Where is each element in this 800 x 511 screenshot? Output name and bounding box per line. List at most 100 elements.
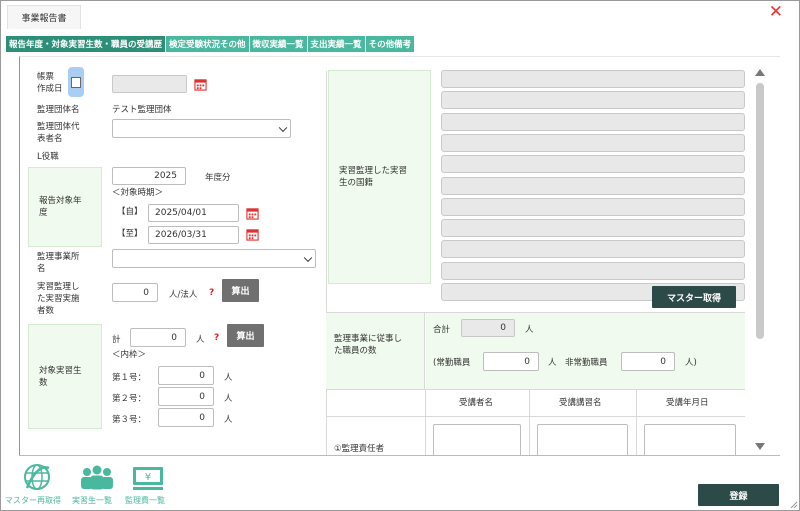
created-date-checkbox[interactable] — [71, 77, 81, 88]
trainees-list-label[interactable]: 実習生一覧 — [72, 495, 112, 506]
row1-name-input[interactable] — [433, 424, 521, 455]
staff-total-label: 合計 — [433, 325, 451, 335]
fees-list-label[interactable]: 監理費一覧 — [125, 495, 165, 506]
impl-count-input[interactable]: 0 — [112, 283, 158, 302]
office-select[interactable] — [112, 249, 316, 268]
calendar-icon[interactable] — [194, 78, 207, 91]
staff-label-2: た職員の数 — [334, 346, 377, 356]
no3-count-input[interactable]: 0 — [158, 408, 214, 427]
no3-label: 第３号： — [112, 415, 147, 425]
nationality-row-input[interactable] — [441, 112, 745, 131]
tab-expense-records[interactable]: 支出実績一覧 — [307, 36, 365, 52]
created-date-checkbox-frame[interactable] — [68, 67, 84, 97]
impl-label-1: 実習監理し — [37, 282, 80, 292]
col-attend-date: 受講年月日 — [666, 398, 709, 408]
rep-select[interactable] — [112, 119, 291, 138]
tab-other-notes[interactable]: その他備考 — [365, 36, 415, 52]
resize-grip-icon[interactable] — [788, 499, 798, 509]
nationality-row-input[interactable] — [441, 197, 745, 216]
staff-label-1: 監理事業に従事し — [334, 334, 403, 344]
row1-label: ①監理責任者 — [334, 444, 385, 454]
chevron-down-icon — [303, 253, 313, 262]
fees-money-icon[interactable]: ¥ — [131, 464, 165, 492]
trainees-group-icon[interactable] — [79, 464, 115, 492]
table-line-2 — [326, 416, 745, 417]
row1-date-input[interactable] — [644, 424, 736, 455]
nationality-row-input[interactable] — [441, 155, 745, 174]
panel-bottom-border — [19, 455, 780, 456]
calendar-icon[interactable] — [246, 228, 259, 241]
nationality-row-input[interactable] — [441, 219, 745, 238]
help-icon[interactable]: ? — [214, 333, 219, 343]
report-year-header: 報告対象年 度 — [28, 167, 102, 247]
tab-collection-records[interactable]: 徴収実績一覧 — [249, 36, 307, 52]
calendar-icon[interactable] — [246, 207, 259, 220]
col-attendee-name: 受講者名 — [459, 398, 494, 408]
calc-impl-button[interactable]: 算出 — [222, 279, 259, 302]
nationality-row-input[interactable] — [441, 240, 745, 259]
staff-total-input[interactable]: 0 — [461, 319, 515, 337]
dialog-window: 事業報告書 ✕ 報告年度・対象実習生数・職員の受講歴 検定受験状況その他 徴収実… — [0, 0, 800, 511]
office-label-1: 監理事業所 — [37, 252, 80, 262]
window-tab[interactable]: 事業報告書 — [7, 5, 81, 29]
tab-report-year[interactable]: 報告年度・対象実習生数・職員の受講歴 — [6, 36, 166, 52]
scroll-down-icon[interactable] — [755, 443, 765, 450]
nationality-label-1: 実習監理した実習 — [339, 166, 408, 176]
window-tab-title: 事業報告書 — [21, 14, 67, 24]
staff-header: 監理事業に従事し た職員の数 — [326, 313, 425, 389]
breakdown-label: ＜内枠＞ — [112, 350, 147, 360]
tab-exam-status[interactable]: 検定受験状況その他 — [166, 36, 249, 52]
tab-bar: 報告年度・対象実習生数・職員の受講歴 検定受験状況その他 徴収実績一覧 支出実績… — [6, 36, 415, 52]
parttime-label: 人 非常勤職員 — [548, 358, 608, 368]
period-label: ＜対象時期＞ — [112, 188, 164, 198]
rep-label-2: 表者名 — [37, 134, 63, 144]
col-course-name: 受講講習名 — [559, 398, 602, 408]
to-date-input[interactable]: 2026/03/31 — [148, 226, 239, 244]
nationality-row-input[interactable] — [441, 261, 745, 280]
refresh-globe-icon[interactable] — [21, 462, 53, 492]
staff-total-unit: 人 — [525, 325, 534, 335]
table-vline-3 — [636, 389, 637, 455]
master-fetch-button[interactable]: マスター取得 — [652, 286, 736, 308]
impl-label-3: 者数 — [37, 306, 55, 316]
register-button[interactable]: 登録 — [698, 484, 779, 506]
no2-count-input[interactable]: 0 — [158, 387, 214, 406]
no1-count-input[interactable]: 0 — [158, 366, 214, 385]
created-date-label-1: 帳票 — [37, 72, 55, 82]
total-count-input[interactable]: 0 — [130, 328, 186, 347]
total-label: 計 — [112, 335, 121, 345]
no2-unit: 人 — [224, 394, 233, 404]
from-date-input[interactable]: 2025/04/01 — [148, 204, 239, 222]
nationality-header: 実習監理した実習 生の国籍 — [328, 70, 431, 284]
help-icon[interactable]: ? — [209, 288, 214, 298]
org-name-label: 監理団体名 — [37, 105, 80, 115]
nationality-label-2: 生の国籍 — [339, 178, 374, 188]
table-vline-2 — [529, 389, 530, 455]
fulltime-label: (常勤職員 — [433, 358, 471, 368]
nationality-row-input[interactable] — [441, 91, 745, 110]
calc-trainee-button[interactable]: 算出 — [227, 324, 264, 347]
report-year-label-1: 報告対象年 — [39, 196, 82, 206]
row1-course-input[interactable] — [537, 424, 628, 455]
org-name-value: テスト監理団体 — [112, 105, 172, 115]
no1-label: 第１号： — [112, 373, 147, 383]
office-label-2: 名 — [37, 264, 46, 274]
nationality-row-input[interactable] — [441, 133, 745, 152]
trainee-count-header: 対象実習生 数 — [28, 324, 102, 429]
parttime-input[interactable]: 0 — [621, 352, 675, 371]
table-line-1 — [326, 389, 745, 390]
close-icon[interactable]: ✕ — [769, 2, 783, 22]
refresh-master-label[interactable]: マスター再取得 — [5, 495, 61, 506]
year-suffix: 年度分 — [205, 173, 231, 183]
no1-unit: 人 — [224, 373, 233, 383]
nationality-row-input[interactable] — [441, 70, 745, 88]
table-vline-1 — [425, 389, 426, 455]
trainee-label-1: 対象実習生 — [39, 365, 82, 376]
scroll-up-icon[interactable] — [755, 69, 765, 76]
scroll-thumb[interactable] — [756, 83, 764, 339]
chevron-down-icon — [278, 123, 288, 132]
fulltime-input[interactable]: 0 — [483, 352, 539, 371]
created-date-input[interactable] — [112, 75, 187, 93]
nationality-row-input[interactable] — [441, 176, 745, 195]
year-input[interactable]: 2025 — [112, 167, 186, 185]
